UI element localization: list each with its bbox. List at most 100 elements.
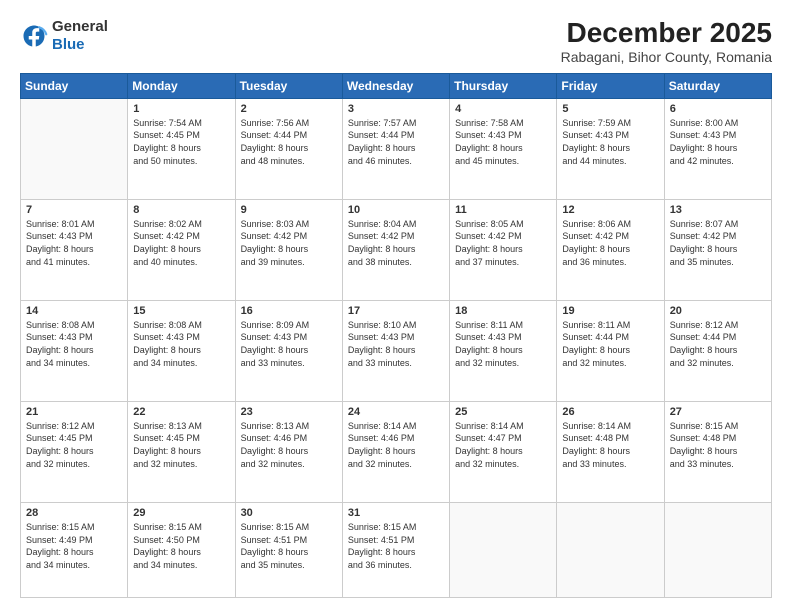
day-detail-line: Sunrise: 8:14 AM [562,421,631,431]
day-detail-line: Daylight: 8 hours [670,446,738,456]
day-detail-line: Daylight: 8 hours [348,244,416,254]
day-number: 23 [241,406,337,418]
day-detail-line: Sunset: 4:42 PM [241,231,308,241]
calendar: Sunday Monday Tuesday Wednesday Thursday… [20,73,772,598]
day-detail-line: Sunset: 4:49 PM [26,535,93,545]
day-detail-line: and 32 minutes. [455,459,519,469]
day-detail-line: Sunrise: 8:14 AM [348,421,417,431]
col-monday: Monday [128,73,235,98]
day-detail-line: Sunset: 4:50 PM [133,535,200,545]
day-detail-line: and 32 minutes. [562,358,626,368]
table-row: 12 Sunrise: 8:06 AMSunset: 4:42 PMDayligh… [557,199,664,300]
day-detail-line: Sunset: 4:51 PM [348,535,415,545]
table-row: 2Sunrise: 7:56 AMSunset: 4:44 PMDaylight… [235,98,342,199]
table-row: 11Sunrise: 8:05 AMSunset: 4:42 PMDayligh… [450,199,557,300]
day-number: 12 [562,204,658,216]
day-detail-line: and 36 minutes. [348,560,412,570]
day-number: 29 [133,507,229,519]
day-detail: Sunrise: 7:56 AMSunset: 4:44 PMDaylight:… [241,117,337,167]
day-detail-line: Sunrise: 8:13 AM [133,421,202,431]
day-detail: Sunrise: 8:04 AMSunset: 4:42 PMDaylight:… [348,218,444,268]
calendar-week-row: 28Sunrise: 8:15 AMSunset: 4:49 PMDayligh… [21,502,772,597]
col-thursday: Thursday [450,73,557,98]
day-detail-line: Daylight: 8 hours [562,143,630,153]
day-detail: Sunrise: 8:03 AMSunset: 4:42 PMDaylight:… [241,218,337,268]
day-detail-line: Daylight: 8 hours [562,244,630,254]
day-number: 5 [562,103,658,115]
day-detail-line: and 40 minutes. [133,257,197,267]
day-detail-line: Daylight: 8 hours [26,244,94,254]
day-number: 30 [241,507,337,519]
table-row: 3Sunrise: 7:57 AMSunset: 4:44 PMDaylight… [342,98,449,199]
day-detail-line: Sunset: 4:45 PM [26,433,93,443]
table-row: 25Sunrise: 8:14 AMSunset: 4:47 PMDayligh… [450,401,557,502]
table-row: 28Sunrise: 8:15 AMSunset: 4:49 PMDayligh… [21,502,128,597]
table-row: 15Sunrise: 8:08 AMSunset: 4:43 PMDayligh… [128,300,235,401]
day-detail-line: Daylight: 8 hours [455,143,523,153]
table-row [557,502,664,597]
day-detail-line: Sunrise: 8:00 AM [670,118,739,128]
day-detail-line: and 38 minutes. [348,257,412,267]
day-detail: Sunrise: 8:06 AMSunset: 4:42 PMDaylight:… [562,218,658,268]
day-detail-line: Sunrise: 8:13 AM [241,421,310,431]
day-detail-line: Sunset: 4:42 PM [562,231,629,241]
day-detail-line: and 35 minutes. [670,257,734,267]
table-row: 27Sunrise: 8:15 AMSunset: 4:48 PMDayligh… [664,401,771,502]
day-number: 11 [455,204,551,216]
day-detail-line: Sunrise: 7:58 AM [455,118,524,128]
day-detail-line: Sunset: 4:42 PM [348,231,415,241]
page: General Blue December 2025 Rabagani, Bih… [0,0,792,612]
day-detail-line: Sunset: 4:42 PM [455,231,522,241]
day-detail-line: Daylight: 8 hours [455,345,523,355]
day-detail-line: Sunrise: 7:57 AM [348,118,417,128]
day-detail-line: and 35 minutes. [241,560,305,570]
day-detail-line: Sunset: 4:42 PM [670,231,737,241]
table-row: 10Sunrise: 8:04 AMSunset: 4:42 PMDayligh… [342,199,449,300]
day-detail-line: Sunset: 4:43 PM [670,130,737,140]
day-detail-line: Daylight: 8 hours [241,345,309,355]
day-detail-line: Sunrise: 8:12 AM [26,421,95,431]
table-row [664,502,771,597]
day-number: 8 [133,204,229,216]
day-detail-line: and 32 minutes. [348,459,412,469]
table-row: 24Sunrise: 8:14 AMSunset: 4:46 PMDayligh… [342,401,449,502]
day-detail-line: Sunset: 4:44 PM [670,332,737,342]
day-detail-line: Sunrise: 8:10 AM [348,320,417,330]
day-detail-line: and 41 minutes. [26,257,90,267]
day-number: 13 [670,204,766,216]
day-detail-line: Sunrise: 8:15 AM [133,522,202,532]
day-detail-line: Daylight: 8 hours [26,446,94,456]
day-detail-line: and 37 minutes. [455,257,519,267]
day-detail: Sunrise: 7:57 AMSunset: 4:44 PMDaylight:… [348,117,444,167]
day-detail-line: Sunset: 4:51 PM [241,535,308,545]
day-detail-line: Daylight: 8 hours [455,244,523,254]
table-row: 26Sunrise: 8:14 AMSunset: 4:48 PMDayligh… [557,401,664,502]
day-detail-line: Sunset: 4:46 PM [348,433,415,443]
day-detail-line: Sunset: 4:43 PM [133,332,200,342]
day-detail-line: and 39 minutes. [241,257,305,267]
day-detail-line: and 33 minutes. [562,459,626,469]
day-detail: Sunrise: 8:08 AMSunset: 4:43 PMDaylight:… [26,319,122,369]
day-detail-line: and 34 minutes. [26,358,90,368]
day-detail-line: Sunset: 4:44 PM [348,130,415,140]
day-detail-line: Sunset: 4:43 PM [455,130,522,140]
day-detail-line: Sunrise: 8:15 AM [670,421,739,431]
day-detail: Sunrise: 7:54 AMSunset: 4:45 PMDaylight:… [133,117,229,167]
table-row [450,502,557,597]
day-detail: Sunrise: 8:11 AMSunset: 4:43 PMDaylight:… [455,319,551,369]
col-sunday: Sunday [21,73,128,98]
day-detail-line: Sunset: 4:45 PM [133,130,200,140]
day-detail: Sunrise: 8:13 AMSunset: 4:46 PMDaylight:… [241,420,337,470]
day-number: 17 [348,305,444,317]
table-row: 18Sunrise: 8:11 AMSunset: 4:43 PMDayligh… [450,300,557,401]
table-row: 30Sunrise: 8:15 AMSunset: 4:51 PMDayligh… [235,502,342,597]
day-number: 4 [455,103,551,115]
day-number: 31 [348,507,444,519]
day-detail-line: Daylight: 8 hours [241,446,309,456]
day-detail: Sunrise: 8:11 AMSunset: 4:44 PMDaylight:… [562,319,658,369]
day-number: 21 [26,406,122,418]
day-detail-line: Sunrise: 8:11 AM [455,320,523,330]
day-detail-line: and 44 minutes. [562,156,626,166]
day-number: 15 [133,305,229,317]
day-number: 25 [455,406,551,418]
